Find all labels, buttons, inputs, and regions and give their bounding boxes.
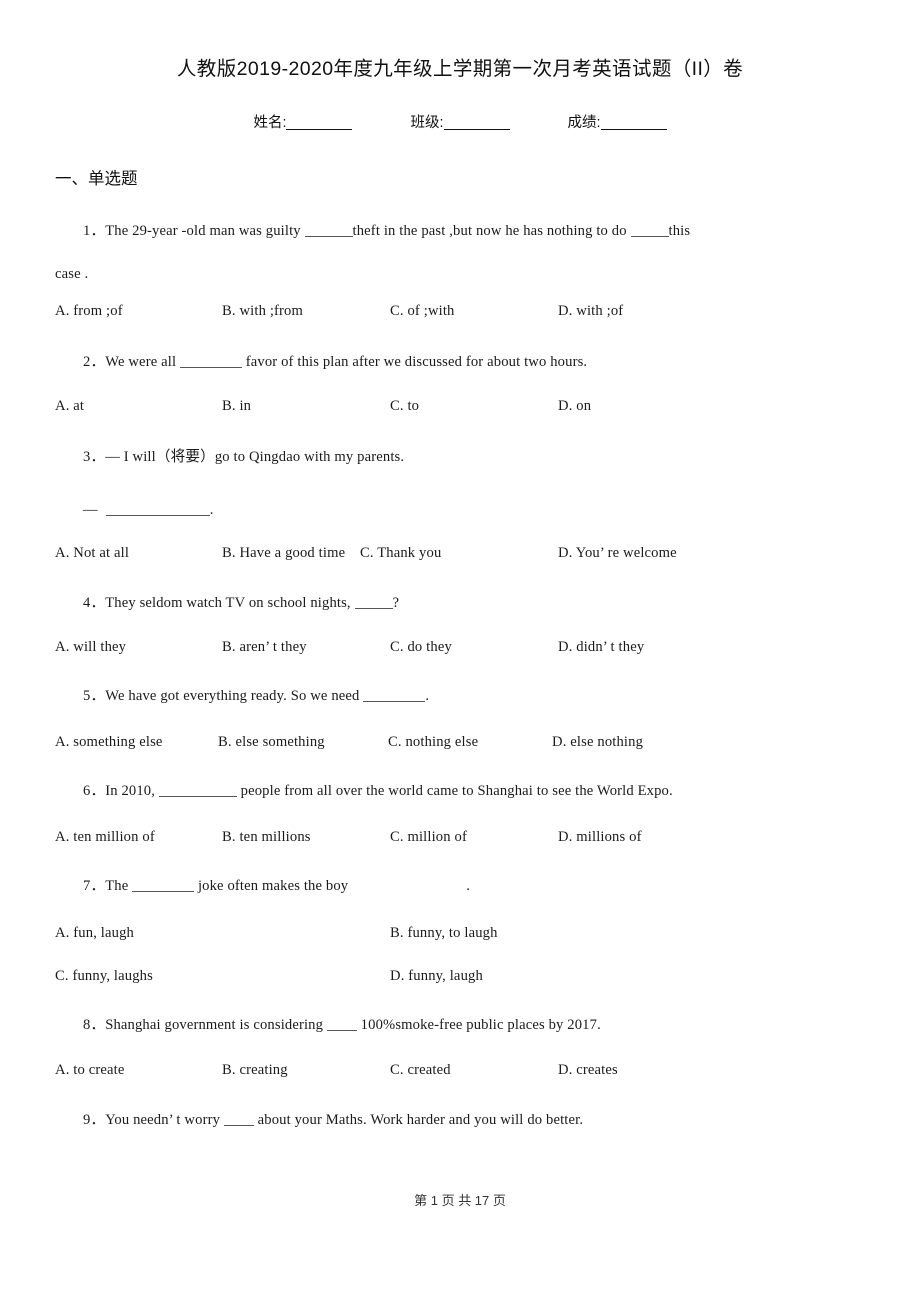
question-4-text: 4．They seldom watch TV on school nights,… (55, 580, 870, 627)
student-score-label: 成绩: (567, 115, 601, 131)
question-4-blank-1[interactable] (354, 596, 393, 609)
question-8-option-a[interactable]: A. to create (55, 1062, 124, 1079)
student-class-label: 班级: (410, 115, 444, 131)
question-6-option-d[interactable]: D. millions of (558, 829, 642, 846)
question-8-text: 8．Shanghai government is considering 100… (55, 1002, 870, 1049)
question-7-blank-1[interactable] (132, 879, 195, 892)
question-4-options: A. will they B. aren’ t they C. do they … (0, 639, 920, 663)
question-2-text: 2．We were all favor of this plan after w… (55, 339, 870, 386)
question-8-option-d[interactable]: D. creates (558, 1062, 618, 1079)
page-footer: 第 1 页 共 17 页 (414, 1193, 506, 1208)
question-1-options: A. from ;of B. with ;from C. of ;with D.… (0, 303, 920, 327)
question-1-text-line1: 1．The 29-year -old man was guilty theft … (55, 208, 870, 255)
student-name-field: 姓名: (253, 111, 353, 132)
exam-page: 人教版2019-2020年度九年级上学期第一次月考英语试题（II）卷 姓名: 班级… (0, 0, 920, 1302)
question-1-option-c[interactable]: C. of ;with (390, 303, 455, 320)
student-score-blank[interactable] (600, 129, 667, 130)
question-3-dash: — (83, 502, 98, 518)
question-4-option-d[interactable]: D. didn’ t they (558, 639, 644, 656)
question-7-part-b: joke often makes the boy (194, 878, 349, 894)
question-1-option-b[interactable]: B. with ;from (222, 303, 303, 320)
question-9-part-b: about your Maths. Work harder and you wi… (253, 1112, 584, 1128)
student-class-blank[interactable] (443, 129, 510, 130)
question-2-part-a: 2．We were all (83, 354, 180, 370)
question-1-option-a[interactable]: A. from ;of (55, 303, 123, 320)
student-score-field: 成绩: (568, 111, 667, 132)
question-2-option-b[interactable]: B. in (222, 398, 251, 415)
question-2-blank-1[interactable] (179, 355, 242, 368)
student-class-field: 班级: (410, 111, 510, 132)
question-3-period: . (209, 502, 214, 518)
question-1-option-d[interactable]: D. with ;of (558, 303, 623, 320)
question-4-option-c[interactable]: C. do they (390, 639, 452, 656)
question-4-option-b[interactable]: B. aren’ t they (222, 639, 307, 656)
question-6-part-a: 6．In 2010, (83, 783, 159, 799)
question-7-options-row-1: A. fun, laugh B. funny, to laugh (0, 925, 920, 949)
student-name-blank[interactable] (286, 129, 353, 130)
question-5-part-a: 5．We have got everything ready. So we ne… (83, 688, 364, 704)
question-7-text: 7．The joke often makes the boy. (55, 863, 870, 910)
question-6-option-c[interactable]: C. million of (390, 829, 467, 846)
question-7-part-a: 7．The (83, 878, 133, 894)
question-8-blank-1[interactable] (326, 1018, 357, 1031)
question-6-options: A. ten million of B. ten millions C. mil… (0, 829, 920, 853)
question-5-option-d[interactable]: D. else nothing (552, 734, 643, 751)
question-2-options: A. at B. in C. to D. on (0, 398, 920, 422)
question-5-part-b: . (425, 688, 430, 704)
question-2-option-a[interactable]: A. at (55, 398, 84, 415)
question-8-options: A. to create B. creating C. created D. c… (0, 1062, 920, 1086)
question-1-text-line2: case . (55, 266, 89, 282)
question-7-option-d[interactable]: D. funny, laugh (390, 968, 483, 985)
question-7-option-b[interactable]: B. funny, to laugh (390, 925, 498, 942)
question-1-part-b: theft in the past ,but now he has nothin… (352, 223, 631, 239)
question-4-option-a[interactable]: A. will they (55, 639, 126, 656)
section-heading-single-choice: 一、单选题 (55, 170, 138, 188)
question-8-part-a: 8．Shanghai government is considering (83, 1017, 327, 1033)
question-5-options: A. something else B. else something C. n… (0, 734, 920, 758)
question-1-part-a: 1．The 29-year -old man was guilty (83, 223, 305, 239)
question-7-options-row-2: C. funny, laughs D. funny, laugh (0, 968, 920, 992)
question-4-part-a: 4．They seldom watch TV on school nights, (83, 595, 355, 611)
question-3-option-b[interactable]: B. Have a good time (222, 545, 345, 562)
question-8-option-c[interactable]: C. created (390, 1062, 451, 1079)
question-8-option-b[interactable]: B. creating (222, 1062, 288, 1079)
question-8-part-b: 100%smoke-free public places by 2017. (356, 1017, 601, 1033)
question-3-blank-1[interactable] (105, 503, 210, 516)
student-identity-line: 姓名: 班级: 成绩: (0, 111, 920, 132)
question-2-option-c[interactable]: C. to (390, 398, 419, 415)
student-name-label: 姓名: (253, 115, 287, 131)
question-7-option-a[interactable]: A. fun, laugh (55, 925, 134, 942)
question-1-blank-2[interactable] (630, 224, 669, 237)
question-9-blank-1[interactable] (223, 1113, 254, 1126)
question-3-option-a[interactable]: A. Not at all (55, 545, 129, 562)
question-5-text: 5．We have got everything ready. So we ne… (55, 673, 870, 720)
question-9-text: 9．You needn’ t worry about your Maths. W… (55, 1097, 870, 1144)
question-2-part-b: favor of this plan after we discussed fo… (241, 354, 588, 370)
question-5-option-c[interactable]: C. nothing else (388, 734, 478, 751)
question-9-part-a: 9．You needn’ t worry (83, 1112, 224, 1128)
question-5-option-b[interactable]: B. else something (218, 734, 325, 751)
question-6-blank-1[interactable] (158, 784, 237, 797)
question-1-part-c: this (668, 223, 691, 239)
question-3-dialog-line-1: 3．— I will（将要）go to Qingdao with my pare… (83, 449, 405, 465)
question-3-options: A. Not at all B. Have a good time C. Tha… (0, 545, 920, 569)
question-1-blank-1[interactable] (304, 224, 353, 237)
question-2-option-d[interactable]: D. on (558, 398, 591, 415)
question-7-option-c[interactable]: C. funny, laughs (55, 968, 153, 985)
question-6-part-b: people from all over the world came to S… (236, 783, 673, 799)
question-6-option-b[interactable]: B. ten millions (222, 829, 311, 846)
question-3-dialog-line-2: —. (55, 496, 870, 524)
question-4-part-b: ? (392, 595, 400, 611)
question-5-option-a[interactable]: A. something else (55, 734, 163, 751)
question-5-blank-1[interactable] (363, 689, 426, 702)
question-6-text: 6．In 2010, people from all over the worl… (55, 768, 870, 815)
question-3-option-c[interactable]: C. Thank you (360, 545, 441, 562)
question-3-option-d[interactable]: D. You’ re welcome (558, 545, 677, 562)
question-7-part-c: . (466, 878, 471, 894)
page-title: 人教版2019-2020年度九年级上学期第一次月考英语试题（II）卷 (176, 58, 744, 80)
question-6-option-a[interactable]: A. ten million of (55, 829, 155, 846)
